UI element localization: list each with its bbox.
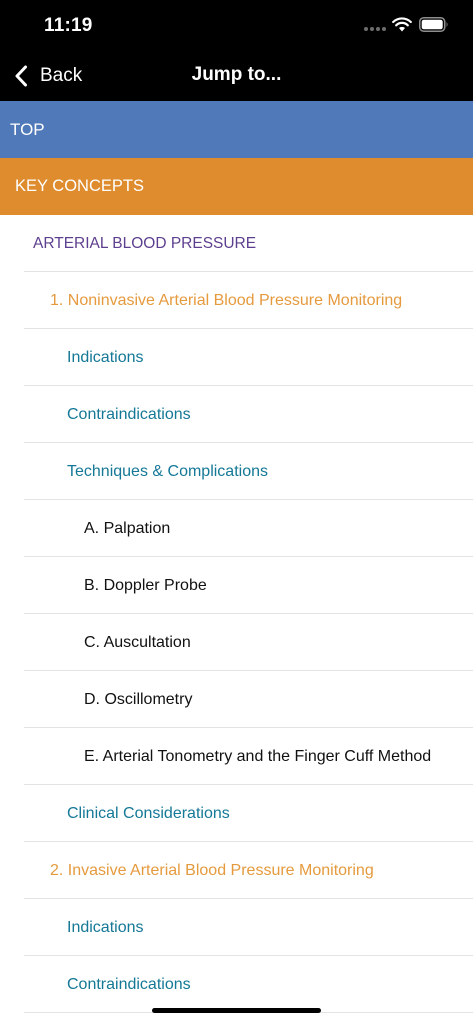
table-of-contents-list: ARTERIAL BLOOD PRESSURE 1. Noninvasive Ar… [0,215,473,1013]
toc-item-label: A. Palpation [84,520,171,537]
battery-icon [419,17,448,32]
toc-item-label: Contraindications [67,976,191,993]
key-concepts-section-button[interactable]: KEY CONCEPTS [0,158,473,215]
toc-item[interactable]: ARTERIAL BLOOD PRESSURE [0,215,473,272]
navigation-bar: Back Jump to... [0,50,473,101]
status-bar: 11:19 [0,0,473,50]
toc-item-label: 1. Noninvasive Arterial Blood Pressure M… [50,292,403,309]
toc-item-label: B. Doppler Probe [84,577,207,594]
toc-item-label: E. Arterial Tonometry and the Finger Cuf… [84,748,432,765]
toc-item-label: ARTERIAL BLOOD PRESSURE [33,235,257,252]
toc-item[interactable]: Contraindications [0,386,473,443]
toc-item[interactable]: A. Palpation [0,500,473,557]
home-indicator [152,1008,321,1013]
toc-item-label: Clinical Considerations [67,805,230,822]
toc-item[interactable]: Indications [0,329,473,386]
page-title: Jump to... [191,64,282,85]
cellular-signal-icon [364,27,386,31]
toc-item-label: D. Oscillometry [84,691,193,708]
wifi-icon [392,17,412,32]
toc-item[interactable]: C. Auscultation [0,614,473,671]
toc-item-label: Indications [67,919,144,936]
toc-item[interactable]: Techniques & Complications [0,443,473,500]
toc-item[interactable]: B. Doppler Probe [0,557,473,614]
top-section-button[interactable]: TOP [0,101,473,158]
toc-item[interactable]: Clinical Considerations [0,785,473,842]
toc-item[interactable]: D. Oscillometry [0,671,473,728]
toc-item-label: Indications [67,349,144,366]
toc-item[interactable]: Indications [0,899,473,956]
toc-item-label: Techniques & Complications [67,463,268,480]
toc-item[interactable]: 2. Invasive Arterial Blood Pressure Moni… [0,842,473,899]
toc-item[interactable]: Contraindications [0,956,473,1013]
toc-item-label: C. Auscultation [84,634,191,651]
toc-item[interactable]: E. Arterial Tonometry and the Finger Cuf… [0,728,473,785]
status-time: 11:19 [44,15,93,36]
toc-item-label: Contraindications [67,406,191,423]
toc-item-label: 2. Invasive Arterial Blood Pressure Moni… [50,862,374,879]
toc-item[interactable]: 1. Noninvasive Arterial Blood Pressure M… [0,272,473,329]
